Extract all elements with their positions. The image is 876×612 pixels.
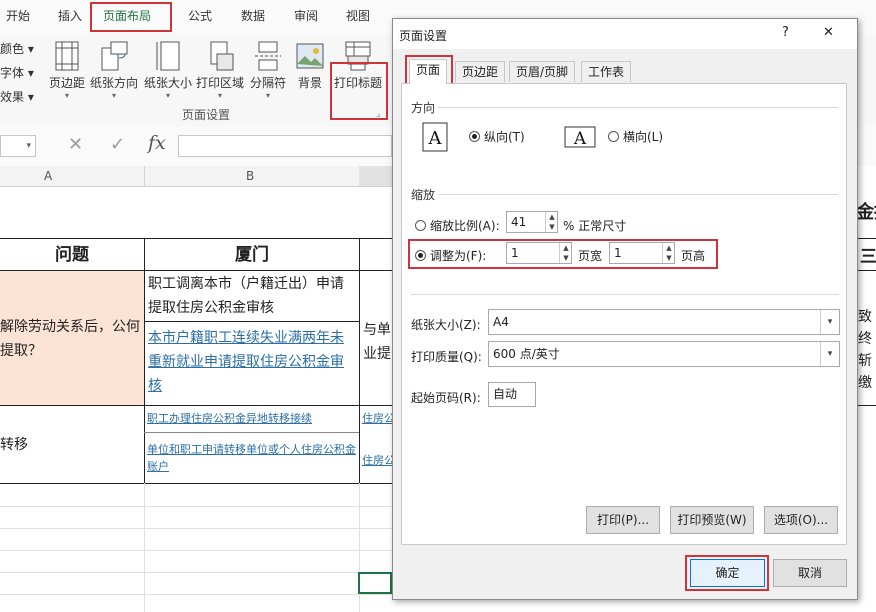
dialog-tab-header-footer[interactable]: 页眉/页脚 — [509, 61, 576, 82]
tab-view[interactable]: 视图 — [346, 7, 370, 24]
highlight-page-layout-tab — [90, 2, 172, 32]
question-cell-2[interactable]: 转移 — [0, 434, 144, 454]
xiamen-link-3[interactable]: 单位和职工申请转移单位或个人住房公积金账户 — [147, 441, 357, 475]
orientation-icon — [101, 41, 128, 71]
fit-wide-spinner[interactable]: ▲ ▼ — [559, 243, 572, 263]
column-header-a[interactable]: A — [44, 169, 52, 183]
tab-review[interactable]: 审阅 — [294, 7, 318, 24]
formula-input[interactable] — [178, 135, 392, 157]
portrait-icon: A — [422, 122, 448, 152]
page-setup-dialog: 页面设置 ? ✕ 页面 页边距 页眉/页脚 工作表 方向 A 纵向(T) A 横… — [392, 18, 858, 600]
margins-icon — [55, 41, 79, 71]
background-button[interactable]: 背景 — [284, 40, 336, 91]
fit-to-label[interactable]: 调整为(F): — [430, 247, 486, 264]
paper-size-dropdown-icon[interactable]: ▾ — [820, 310, 839, 334]
landscape-icon: A — [564, 126, 596, 148]
right-partial-header: 三 — [860, 247, 876, 267]
paper-size-label: 纸张大小(Z): — [411, 318, 481, 332]
tab-insert[interactable]: 插入 — [58, 7, 82, 24]
right-sheet-strip: 金提 三 致终斩缴 — [856, 166, 876, 612]
partial-link-1[interactable]: 住房公 — [362, 410, 392, 426]
adjust-to-spinner[interactable]: ▲ ▼ — [545, 212, 558, 232]
adjust-to-suffix: % 正常尺寸 — [563, 219, 627, 233]
header-question: 问题 — [55, 245, 89, 265]
theme-colors[interactable]: 颜色 ▾ — [0, 37, 34, 61]
fit-tall-spinner[interactable]: ▲ ▼ — [662, 243, 675, 263]
dialog-titlebar: 页面设置 ? ✕ — [393, 19, 857, 49]
orientation-button[interactable]: 纸张方向 ▾ — [88, 40, 140, 101]
fit-wide-unit: 页宽 — [578, 249, 603, 263]
selected-cell[interactable] — [358, 572, 392, 594]
partial-cell-1[interactable]: 与单业提 — [363, 318, 391, 366]
print-quality-dropdown-icon[interactable]: ▾ — [820, 342, 839, 366]
question-cell-1[interactable]: 解除劳动关系后，公何提取？ — [0, 271, 144, 405]
print-area-icon — [210, 41, 234, 71]
xiamen-cell-1[interactable]: 职工调离本市（户籍迁出）申请提取住房公积金审核 — [148, 272, 356, 320]
portrait-label[interactable]: 纵向(T) — [484, 128, 525, 145]
cancel-button[interactable]: 取消 — [773, 559, 847, 587]
tab-data[interactable]: 数据 — [241, 7, 265, 24]
options-button[interactable]: 选项(O)... — [764, 506, 838, 534]
portrait-radio[interactable] — [469, 131, 480, 142]
dialog-tab-sheet[interactable]: 工作表 — [581, 61, 632, 82]
size-button[interactable]: 纸张大小 ▾ — [142, 40, 194, 101]
orientation-section-label: 方向 — [411, 101, 436, 115]
print-area-button[interactable]: 打印区域 ▾ — [194, 40, 246, 101]
close-button[interactable]: ✕ — [823, 25, 834, 40]
fit-to-radio[interactable] — [415, 250, 426, 261]
svg-text:A: A — [573, 129, 587, 148]
adjust-to-radio[interactable] — [415, 220, 426, 231]
fit-tall-unit: 页高 — [681, 249, 706, 263]
header-xiamen: 厦门 — [235, 245, 269, 265]
theme-fonts[interactable]: 字体 ▾ — [0, 61, 34, 85]
ok-button[interactable]: 确定 — [690, 559, 765, 587]
print-quality-select[interactable]: 600 点/英寸 ▾ — [488, 341, 840, 367]
paper-size-select[interactable]: A4 ▾ — [488, 309, 840, 335]
enter-icon[interactable]: ✓ — [110, 134, 125, 155]
adjust-to-label[interactable]: 缩放比例(A): — [430, 217, 500, 234]
page-tab-panel: 方向 A 纵向(T) A 横向(L) 缩放 缩放比例(A): 41 ▲ ▼ % 正… — [401, 83, 847, 545]
name-box[interactable]: ▾ — [0, 135, 36, 157]
tab-formulas[interactable]: 公式 — [188, 7, 212, 24]
right-partial-title: 金提 — [856, 202, 876, 223]
background-icon — [296, 43, 324, 69]
cancel-icon[interactable]: ✕ — [68, 134, 83, 155]
right-partial-cell: 致终斩缴 — [858, 309, 872, 391]
margins-button[interactable]: 页边距 ▾ — [41, 40, 93, 101]
group-label: 页面设置 — [182, 108, 231, 122]
tab-home[interactable]: 开始 — [6, 7, 30, 24]
column-header-b[interactable]: B — [246, 169, 254, 183]
print-preview-button[interactable]: 打印预览(W) — [670, 506, 754, 534]
dialog-tab-page[interactable]: 页面 — [409, 59, 448, 84]
svg-text:A: A — [428, 128, 443, 149]
paper-size-icon — [156, 41, 180, 71]
help-button[interactable]: ? — [782, 25, 789, 40]
xiamen-link-2[interactable]: 职工办理住房公积金异地转移接续 — [147, 410, 357, 426]
partial-link-2[interactable]: 住房公 — [362, 452, 392, 468]
breaks-icon — [255, 41, 281, 71]
print-button[interactable]: 打印(P)... — [586, 506, 660, 534]
theme-effects[interactable]: 效果 ▾ — [0, 85, 34, 109]
first-page-input[interactable]: 自动 — [488, 382, 536, 407]
landscape-label[interactable]: 横向(L) — [623, 128, 663, 145]
dialog-title: 页面设置 — [399, 29, 448, 43]
dialog-launcher-icon[interactable]: ⌟ — [376, 109, 380, 119]
landscape-radio[interactable] — [608, 131, 619, 142]
print-quality-label: 打印质量(Q): — [411, 350, 482, 364]
xiamen-link-1[interactable]: 本市户籍职工连续失业满两年未重新就业申请提取住房公积金审核 — [148, 326, 356, 398]
first-page-label: 起始页码(R): — [411, 391, 481, 405]
scaling-section-label: 缩放 — [411, 188, 436, 202]
dialog-tab-margins[interactable]: 页边距 — [455, 61, 506, 82]
insert-function-icon[interactable]: fx — [148, 132, 166, 154]
theme-options: 颜色 ▾ 字体 ▾ 效果 ▾ — [0, 37, 34, 109]
